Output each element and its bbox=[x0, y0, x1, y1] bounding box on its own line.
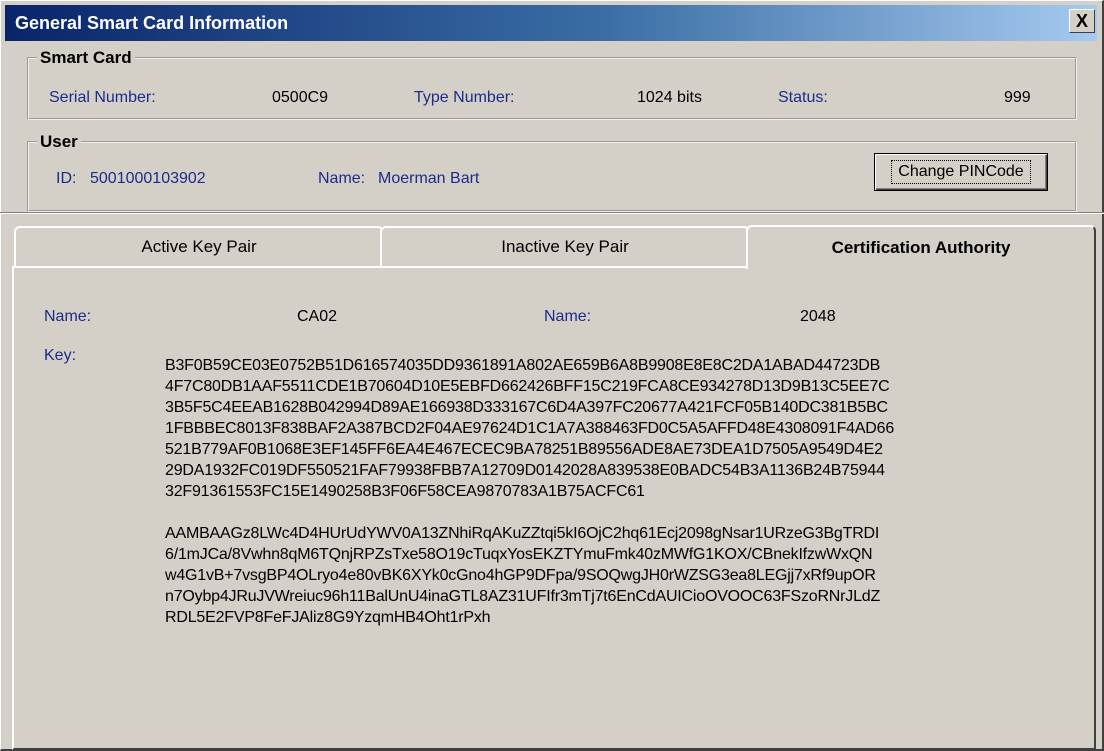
key-hex-line: 3B5F5C4EEAB1628B042994D89AE166938D333167… bbox=[165, 399, 888, 416]
key-b64-line: AAMBAAGz8LWc4D4HUrUdYWV0A13ZNhiRqAKuZZtq… bbox=[165, 525, 880, 542]
key-b64-line: 6/1mJCa/8Vwhn8qM6TQnjRPZsTxe58O19cTuqxYo… bbox=[165, 546, 873, 563]
smart-card-group: Smart Card bbox=[27, 48, 1077, 120]
ca-key-text: B3F0B59CE03E0752B51D616574035DD9361891A8… bbox=[165, 355, 1055, 628]
user-id-value: 5001000103902 bbox=[90, 170, 206, 187]
tab-label: Inactive Key Pair bbox=[501, 237, 629, 256]
ca-name2-value: 2048 bbox=[800, 308, 836, 325]
ca-name-value: CA02 bbox=[297, 308, 338, 325]
close-button[interactable]: X bbox=[1069, 9, 1095, 33]
key-hex-line: 4F7C80DB1AAF5511CDE1B70604D10E5EBFD66242… bbox=[165, 378, 890, 395]
serial-number-label: Serial Number: bbox=[49, 89, 156, 106]
change-pincode-button[interactable]: Change PINCode bbox=[874, 153, 1048, 191]
status-label: Status: bbox=[778, 89, 828, 106]
key-hex-line: 521B779AF0B1068E3EF145FF6EA4E467ECEC9BA7… bbox=[165, 441, 883, 458]
title-bar[interactable]: General Smart Card Information X bbox=[5, 5, 1097, 41]
change-pincode-label: Change PINCode bbox=[891, 160, 1031, 184]
tab-active-key-pair[interactable]: Active Key Pair bbox=[14, 226, 384, 266]
tab-label: Active Key Pair bbox=[141, 237, 257, 256]
serial-number-value: 0500C9 bbox=[272, 89, 329, 106]
tab-certification-authority[interactable]: Certification Authority bbox=[746, 225, 1096, 269]
tab-label: Certification Authority bbox=[831, 238, 1011, 257]
user-name-value: Moerman Bart bbox=[378, 170, 480, 187]
type-number-label: Type Number: bbox=[414, 89, 515, 106]
key-b64-line: RDL5E2FVP8FeFJAliz8G9YzqmHB4Oht1rPxh bbox=[165, 609, 491, 626]
ca-name2-label: Name: bbox=[544, 308, 592, 325]
key-hex-line: 1FBBBEC8013F838BAF2A387BCD2F04AE97624D1C… bbox=[165, 420, 895, 437]
user-id-label: ID: bbox=[56, 170, 77, 187]
key-b64-line: n7Oybp4JRuJVWreiuc96h11BalUnU4inaGTL8AZ3… bbox=[165, 588, 881, 605]
tab-inactive-key-pair[interactable]: Inactive Key Pair bbox=[380, 226, 750, 266]
user-legend: User bbox=[40, 132, 78, 151]
ca-key-label: Key: bbox=[44, 347, 77, 364]
dialog-title: General Smart Card Information bbox=[15, 13, 289, 33]
key-hex-line: B3F0B59CE03E0752B51D616574035DD9361891A8… bbox=[165, 357, 881, 374]
user-name-label: Name: bbox=[318, 170, 366, 187]
status-value: 999 bbox=[1004, 89, 1031, 106]
ca-name-label: Name: bbox=[44, 308, 92, 325]
key-b64-line: w4G1vB+7vsgBP4OLryo4e80vBK6XYk0cGno4hGP9… bbox=[165, 567, 876, 584]
key-hex-line: 29DA1932FC019DF550521FAF79938FBB7A12709D… bbox=[165, 462, 885, 479]
type-number-value: 1024 bits bbox=[637, 89, 702, 106]
section-divider bbox=[0, 212, 1104, 214]
smart-card-legend: Smart Card bbox=[40, 48, 132, 67]
key-hex-line: 32F91361553FC15E1490258B3F06F58CEA987078… bbox=[165, 483, 645, 500]
